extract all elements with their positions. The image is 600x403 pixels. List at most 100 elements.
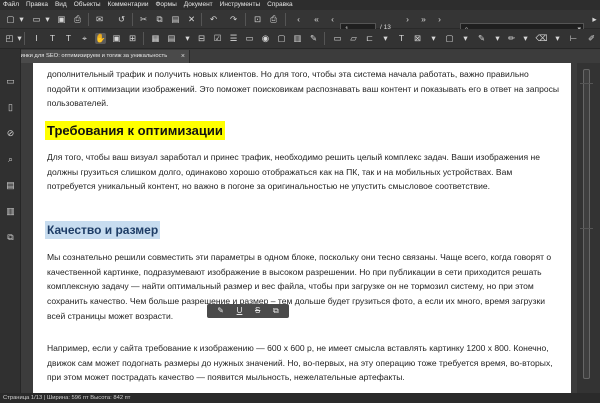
menu-objects[interactable]: Объекты	[74, 0, 101, 10]
menu-document[interactable]: Документ	[184, 0, 213, 10]
new-document-icon[interactable]: ▢	[5, 14, 16, 25]
pages-icon[interactable]: ▭	[4, 75, 17, 88]
text-select-icon[interactable]: I	[31, 33, 42, 44]
highlight-icon[interactable]: ✎	[476, 33, 487, 44]
snapshot-icon[interactable]: ▣	[111, 33, 122, 44]
navigate-forward-icon[interactable]: ›	[434, 14, 445, 25]
dropdown-chevron-icon[interactable]: ▾	[182, 33, 193, 44]
textbox-icon[interactable]: ▤	[166, 33, 177, 44]
layers-icon[interactable]: ▤	[4, 179, 17, 192]
menu-tools[interactable]: Инструменты	[220, 0, 261, 10]
underline-icon[interactable]: U	[237, 304, 243, 318]
last-page-icon[interactable]: »	[418, 14, 429, 25]
first-page-icon[interactable]: «	[311, 14, 322, 25]
measure-icon[interactable]: ⊢	[568, 33, 579, 44]
signatures-icon[interactable]: ▥	[4, 205, 17, 218]
scrollbar-thumb[interactable]	[583, 69, 590, 379]
dropdown-chevron-icon[interactable]: ▾	[428, 33, 439, 44]
tab-strip	[190, 50, 600, 63]
toolbar-separator	[132, 13, 133, 26]
combo-field-icon[interactable]: ▭	[244, 33, 255, 44]
radio-field-icon[interactable]: ◉	[260, 33, 271, 44]
document-tab[interactable]: *Картинки для SEO: оптимизируем и тогиж …	[0, 50, 190, 63]
dropdown-chevron-icon[interactable]: ▾	[16, 14, 27, 25]
pdf-editor-window: Файл Правка Вид Объекты Комментарии Форм…	[0, 0, 600, 403]
text-comment-icon[interactable]: T	[396, 33, 407, 44]
email-icon[interactable]: ✉	[94, 14, 105, 25]
print-preview-icon[interactable]: ⎙	[268, 14, 279, 25]
crop-icon[interactable]: ⊞	[127, 33, 138, 44]
checkbox-field-icon[interactable]: ☑	[212, 33, 223, 44]
paste-icon[interactable]: ▤	[170, 14, 181, 25]
rectangle-icon[interactable]: ▢	[444, 33, 455, 44]
delete-icon[interactable]: ✕	[186, 14, 197, 25]
cut-icon[interactable]: ✂	[138, 14, 149, 25]
toolbar-separator	[324, 32, 325, 45]
dropdown-chevron-icon[interactable]: ▾	[492, 33, 503, 44]
redo-icon[interactable]: ↷	[228, 14, 239, 25]
eraser-icon[interactable]: ⌫	[535, 33, 547, 44]
bookmarks-icon[interactable]: ▯	[4, 101, 17, 114]
zoom-fit-icon[interactable]: ⊡	[252, 14, 263, 25]
edit-pencil-icon[interactable]: ✎	[217, 304, 224, 318]
save-icon[interactable]: ▣	[56, 14, 67, 25]
undo-icon[interactable]: ↶	[208, 14, 219, 25]
more-icon[interactable]: ▸	[589, 14, 600, 25]
list-field-icon[interactable]: ☰	[228, 33, 239, 44]
open-folder-icon[interactable]: ▭	[31, 14, 42, 25]
copy-icon[interactable]: ⧉	[154, 14, 165, 25]
comment-icon[interactable]: ▭	[332, 33, 343, 44]
button-field-icon[interactable]: ▢	[276, 33, 287, 44]
link-tool-icon[interactable]: ⌖	[79, 33, 90, 44]
heading-quality-size: Качество и размер	[45, 221, 161, 239]
dropdown-chevron-icon[interactable]: ▾	[552, 33, 563, 44]
note-icon[interactable]: ▱	[348, 33, 359, 44]
menu-bar: Файл Правка Вид Объекты Комментарии Форм…	[0, 0, 600, 10]
hand-tool-icon[interactable]: ✋	[95, 33, 106, 44]
signature-field-icon[interactable]: ✎	[308, 33, 319, 44]
next-page-icon[interactable]: ›	[402, 14, 413, 25]
menu-comments[interactable]: Комментарии	[108, 0, 149, 10]
search-icon[interactable]: ⌕	[4, 153, 17, 166]
copy-text-icon[interactable]: ⧉	[273, 304, 279, 318]
dropdown-chevron-icon[interactable]: ▾	[520, 33, 531, 44]
content-icon[interactable]: ⧉	[4, 231, 17, 244]
image-icon[interactable]: ▦	[150, 33, 161, 44]
edit-tool-icon[interactable]: ✐	[586, 33, 597, 44]
stamp-icon[interactable]: ⊠	[412, 33, 423, 44]
strikethrough-icon[interactable]: S	[255, 304, 260, 318]
date-field-icon[interactable]: ▥	[292, 33, 303, 44]
menu-edit[interactable]: Правка	[26, 0, 48, 10]
main-toolbar: ▢ ▾ ▭ ▾ ▣ ⎙ ✉ ↺ ✂ ⧉ ▤ ✕ ↶ ↷ ⊡ ⎙ ‹ « ‹ / …	[0, 10, 600, 35]
previous-icon[interactable]: ‹	[327, 14, 338, 25]
scroll-marker	[580, 228, 593, 229]
toolbar-separator	[24, 32, 25, 45]
heading-optimization-requirements: Требования к оптимизации	[45, 121, 225, 140]
status-bar: Страница 1/13 | Ширина: 596 пт Высота: 8…	[0, 393, 600, 403]
edit-text-icon[interactable]: T	[47, 33, 58, 44]
prev-page-icon[interactable]: ‹	[293, 14, 304, 25]
close-icon[interactable]: ×	[181, 50, 185, 63]
undo-history-icon[interactable]: ↺	[116, 14, 127, 25]
menu-forms[interactable]: Формы	[155, 0, 176, 10]
form-field-icon[interactable]: ⊟	[196, 33, 207, 44]
insert-text-icon[interactable]: T	[63, 33, 74, 44]
attachments-icon[interactable]: ⊘	[4, 127, 17, 140]
dropdown-chevron-icon[interactable]: ▾	[42, 14, 53, 25]
paragraph-quality: Мы сознательно решили совместить эти пар…	[47, 252, 552, 321]
menu-help[interactable]: Справка	[267, 0, 293, 10]
dropdown-chevron-icon[interactable]: ▾	[380, 33, 391, 44]
dropdown-chevron-icon[interactable]: ▾	[460, 33, 471, 44]
toolbar-separator	[245, 13, 246, 26]
toolbar-separator	[143, 32, 144, 45]
print-icon[interactable]: ⎙	[72, 14, 83, 25]
menu-file[interactable]: Файл	[3, 0, 19, 10]
text-format-popup: ✎ U S ⧉	[207, 304, 289, 318]
pencil-icon[interactable]: ✏	[506, 33, 517, 44]
menu-view[interactable]: Вид	[55, 0, 67, 10]
toolbar-separator	[88, 13, 89, 26]
vertical-scrollbar[interactable]	[577, 63, 600, 393]
paragraph-example: Например, если у сайта требование к изоб…	[47, 343, 553, 383]
document-viewport[interactable]: дополнительный трафик и получить новых к…	[21, 63, 577, 393]
callout-icon[interactable]: ⊏	[364, 33, 375, 44]
